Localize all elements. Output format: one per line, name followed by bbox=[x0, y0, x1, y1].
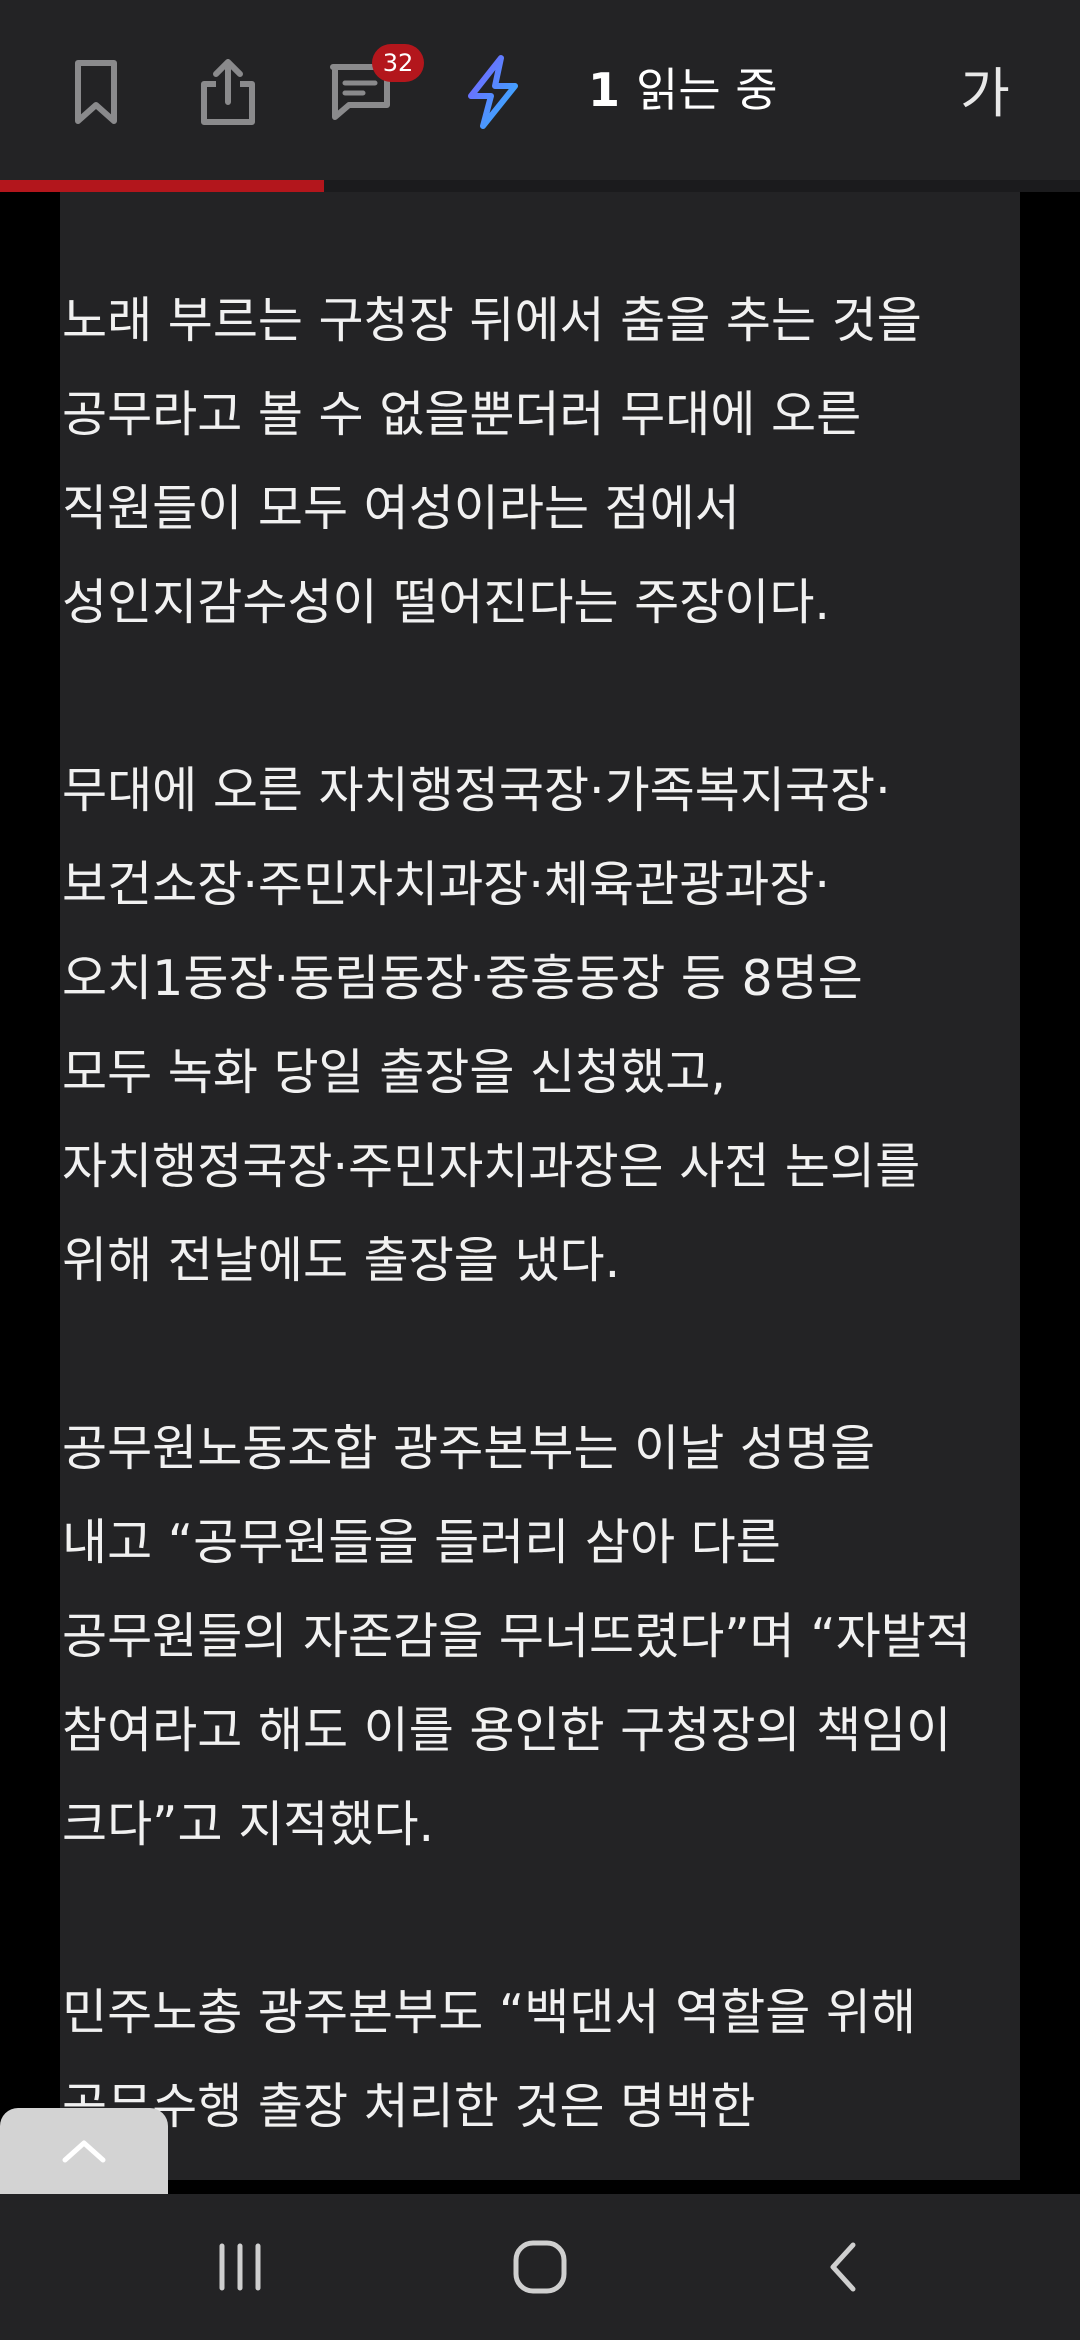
article-text: 노래 부르는 구청장 뒤에서 춤을 추는 것을공무라고 볼 수 없을뿐더러 무대… bbox=[62, 274, 971, 2154]
scroll-to-top-button[interactable] bbox=[0, 2108, 168, 2194]
article-line: 민주노총 광주본부도 “백댄서 역할을 위해 bbox=[62, 1984, 917, 2041]
article-line: 자치행정국장·주민자치과장은 사전 논의를 bbox=[62, 1138, 921, 1195]
lightning-button[interactable] bbox=[452, 52, 532, 132]
back-icon bbox=[830, 2242, 856, 2292]
bookmark-icon bbox=[75, 60, 117, 124]
article-line: 위해 전날에도 출장을 냈다. bbox=[62, 1232, 621, 1289]
article-line: 무대에 오른 자치행정국장·가족복지국장· bbox=[62, 762, 891, 819]
article-line: 공무원들의 자존감을 무너뜨렸다”며 “자발적 bbox=[62, 1608, 971, 1665]
reading-progress-bar bbox=[0, 180, 1080, 192]
article-line: 참여라고 해도 이를 용인한 구청장의 책임이 bbox=[62, 1702, 952, 1759]
article-toolbar: 32 1 읽는 중 가 bbox=[0, 0, 1080, 180]
bookmark-button[interactable] bbox=[56, 52, 136, 132]
system-navigation-bar bbox=[0, 2194, 1080, 2340]
article-line: 모두 녹화 당일 출장을 신청했고, bbox=[62, 1044, 726, 1101]
article-line: 성인지감수성이 떨어진다는 주장이다. bbox=[62, 574, 831, 631]
article-line: 노래 부르는 구청장 뒤에서 춤을 추는 것을 bbox=[62, 292, 922, 349]
article-line: 직원들이 모두 여성이라는 점에서 bbox=[62, 480, 740, 537]
home-button[interactable] bbox=[480, 2222, 600, 2312]
back-button[interactable] bbox=[784, 2222, 904, 2312]
font-size-button[interactable]: 가 bbox=[950, 54, 1020, 134]
comment-count-badge: 32 bbox=[372, 44, 424, 82]
reading-label: 읽는 중 bbox=[636, 63, 778, 117]
recent-apps-button[interactable] bbox=[180, 2222, 300, 2312]
recent-apps-icon bbox=[219, 2243, 261, 2291]
article-line: 크다”고 지적했다. bbox=[62, 1796, 435, 1853]
article-line: 내고 “공무원들을 들러리 삼아 다른 bbox=[62, 1514, 781, 1571]
article-paragraph: 공무원노동조합 광주본부는 이날 성명을내고 “공무원들을 들러리 삼아 다른공… bbox=[62, 1402, 971, 1872]
article-line: 공무라고 볼 수 없을뿐더러 무대에 오른 bbox=[62, 386, 862, 443]
article-line: 공무원노동조합 광주본부는 이날 성명을 bbox=[62, 1420, 876, 1477]
article-paragraph: 무대에 오른 자치행정국장·가족복지국장· 보건소장·주민자치과장·체육관광과장·… bbox=[62, 744, 971, 1308]
home-icon bbox=[513, 2240, 567, 2294]
article-line: 공무수행 출장 처리한 것은 명백한 bbox=[62, 2078, 756, 2135]
reading-now-indicator: 1 읽는 중 bbox=[588, 58, 778, 122]
article-line: 보건소장·주민자치과장·체육관광과장· bbox=[62, 856, 831, 913]
article-paragraph: 노래 부르는 구청장 뒤에서 춤을 추는 것을공무라고 볼 수 없을뿐더러 무대… bbox=[62, 274, 971, 650]
reading-progress-fill bbox=[0, 180, 324, 192]
article-body[interactable]: 노래 부르는 구청장 뒤에서 춤을 추는 것을공무라고 볼 수 없을뿐더러 무대… bbox=[60, 192, 1020, 2180]
article-line: 오치1동장·동림동장·중흥동장 등 8명은 bbox=[62, 950, 863, 1007]
chevron-up-icon bbox=[62, 2140, 106, 2163]
share-button[interactable] bbox=[188, 52, 268, 132]
share-icon bbox=[201, 59, 255, 125]
reading-count: 1 bbox=[588, 63, 621, 117]
lightning-icon bbox=[468, 55, 518, 129]
article-paragraph: 민주노총 광주본부도 “백댄서 역할을 위해공무수행 출장 처리한 것은 명백한 bbox=[62, 1966, 971, 2154]
